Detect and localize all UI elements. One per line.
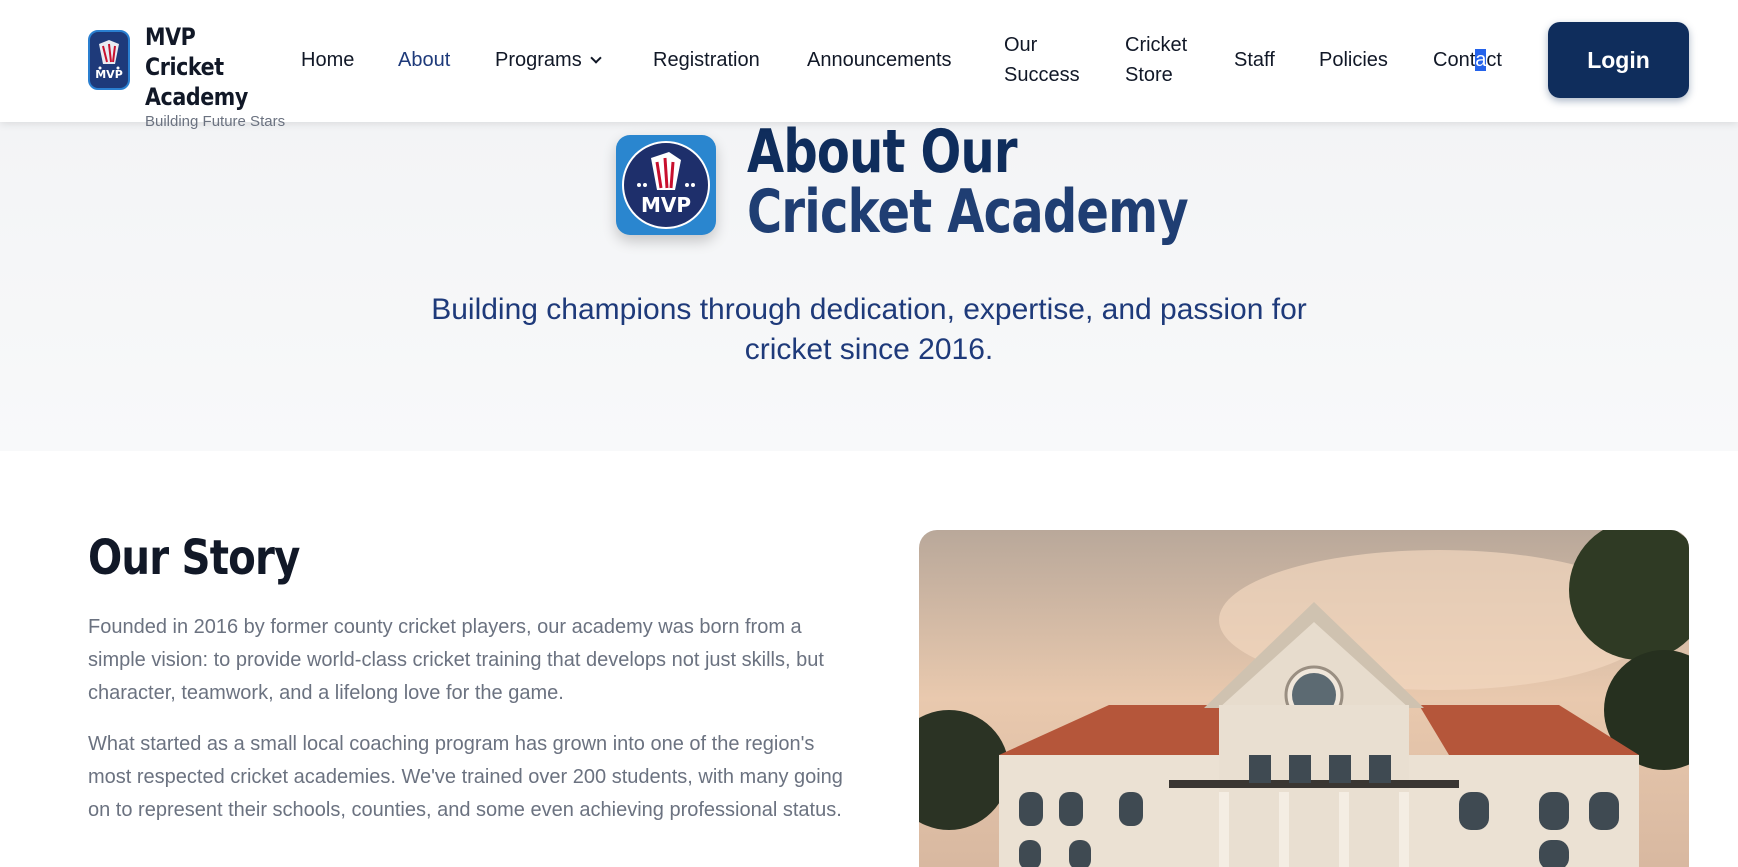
- academy-building-image: [919, 530, 1689, 867]
- nav-contact-selected-text: a: [1475, 49, 1487, 71]
- about-hero: MVP About Our Cricket Academy Building c…: [0, 122, 1738, 451]
- page-title-line2: Cricket Academy: [747, 177, 1189, 247]
- nav-about[interactable]: About: [398, 45, 450, 75]
- hero-subtitle-line1: Building champions through dedication, e…: [431, 293, 1307, 326]
- chevron-down-icon: [590, 52, 602, 64]
- nav-programs-label: Programs: [495, 49, 582, 71]
- nav-our-success-line1: Our: [1004, 34, 1038, 56]
- nav-contact[interactable]: Contact: [1433, 45, 1502, 75]
- nav-cricket-store-line2: Store: [1125, 64, 1173, 86]
- nav-policies[interactable]: Policies: [1319, 45, 1388, 75]
- hero-subtitle: Building champions through dedication, e…: [0, 290, 1738, 370]
- nav-our-success-line2: Success: [1004, 64, 1080, 86]
- story-title: Our Story: [88, 530, 300, 586]
- page-title-line1: About Our: [747, 117, 1018, 187]
- nav-staff[interactable]: Staff: [1234, 45, 1275, 75]
- site-header: MVP MVP Cricket Academy Building Future …: [0, 0, 1738, 130]
- nav-cricket-store[interactable]: Cricket Store: [1125, 30, 1187, 90]
- hero-subtitle-line2: cricket since 2016.: [744, 333, 994, 366]
- nav-contact-text-b: ct: [1486, 49, 1502, 71]
- page-title: About Our Cricket Academy: [747, 117, 1189, 247]
- main-nav: Home About Programs Registration Announc…: [0, 0, 1738, 122]
- nav-home[interactable]: Home: [301, 45, 354, 75]
- hero-logo-text: MVP: [641, 193, 691, 217]
- academy-logo-icon: MVP: [616, 135, 716, 235]
- login-button[interactable]: Login: [1548, 22, 1689, 98]
- nav-our-success[interactable]: Our Success: [1004, 30, 1080, 90]
- nav-contact-text-a: Cont: [1433, 49, 1476, 71]
- story-paragraph-1: Founded in 2016 by former county cricket…: [88, 616, 824, 704]
- nav-registration[interactable]: Registration: [653, 45, 760, 75]
- nav-cricket-store-line1: Cricket: [1125, 34, 1188, 56]
- nav-announcements[interactable]: Announcements: [807, 45, 952, 75]
- story-paragraph-2: What started as a small local coaching p…: [88, 733, 843, 821]
- nav-programs[interactable]: Programs: [495, 45, 602, 75]
